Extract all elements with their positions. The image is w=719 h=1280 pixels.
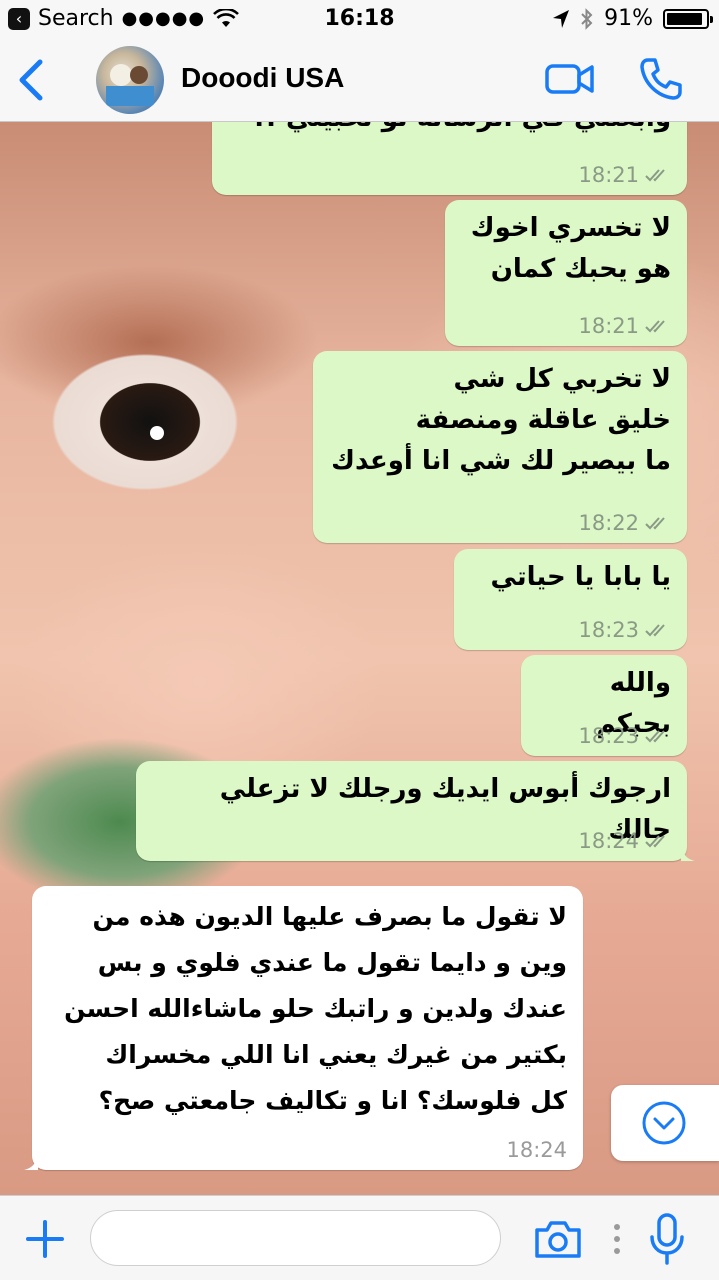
double-check-icon (645, 517, 665, 530)
message-time: 18:23 (578, 618, 639, 642)
message-time: 18:24 (578, 829, 639, 853)
message-meta: 18:24 (506, 1138, 567, 1162)
chat-header: Dooodi USA (0, 40, 719, 122)
bubble-tail (681, 845, 695, 861)
battery-icon (663, 8, 713, 29)
message-time: 18:23 (578, 724, 639, 748)
message-text: يا بابا يا حياتي (490, 562, 671, 592)
chevron-down-icon (642, 1101, 686, 1145)
message-meta: 18:24 (578, 829, 671, 853)
video-camera-icon[interactable] (545, 62, 595, 96)
composer-bar (0, 1195, 719, 1280)
message-time: 18:21 (578, 314, 639, 338)
message-input[interactable] (90, 1210, 501, 1266)
battery-percent: 91% (604, 6, 653, 31)
message-meta: 18:22 (578, 511, 671, 535)
message-text: لا تخربي كل شي خليق عاقلة ومنصفة ما بيصي… (331, 364, 671, 476)
avatar-dog-brown (130, 66, 148, 84)
more-dots-icon[interactable] (612, 1222, 622, 1256)
plus-icon[interactable] (24, 1218, 66, 1260)
phone-icon[interactable] (638, 56, 684, 102)
message-meta: 18:21 (578, 314, 671, 338)
message-bubble-outgoing[interactable]: يا بابا يا حياتي 18:23 (454, 549, 687, 650)
status-right: 91% (552, 6, 713, 31)
battery-fill (667, 12, 702, 25)
double-check-icon (645, 624, 665, 637)
message-bubble-incoming[interactable]: لا تقول ما بصرف عليها الديون هذه من وين … (24, 886, 583, 1170)
message-meta: 18:21 (578, 163, 671, 187)
contact-avatar[interactable] (96, 46, 164, 114)
double-check-icon (645, 320, 665, 333)
message-bubble-outgoing[interactable]: ارجوك أبوس ايديك ورجلك لا تزعلي حالك 18:… (136, 761, 695, 861)
message-meta: 18:23 (578, 724, 671, 748)
wallpaper-detail (150, 426, 164, 440)
message-meta: 18:23 (578, 618, 671, 642)
message-text: لا تقول ما بصرف عليها الديون هذه من وين … (64, 902, 567, 1115)
double-check-icon (645, 730, 665, 743)
message-bubble-outgoing[interactable]: وابعتني في الرسالة لو تحبيتي !! 18:21 (212, 122, 687, 195)
status-bar: ‹ Search ●●●●● 16:18 91% (0, 0, 719, 40)
message-time: 18:21 (578, 163, 639, 187)
microphone-icon[interactable] (648, 1212, 686, 1266)
message-time: 18:24 (506, 1138, 567, 1162)
double-check-icon (645, 835, 665, 848)
contact-name[interactable]: Dooodi USA (181, 62, 344, 94)
double-check-icon (645, 169, 665, 182)
bluetooth-icon (581, 7, 593, 30)
message-bubble-outgoing[interactable]: والله بحبكم 18:23 (521, 655, 687, 756)
message-text: لا تخسري اخوك هو يحبك كمان (470, 213, 671, 284)
message-text: وابعتني في الرسالة لو تحبيتي !! (212, 122, 687, 139)
scroll-to-bottom-button[interactable] (611, 1085, 719, 1161)
bubble-tail (24, 1154, 38, 1170)
avatar-dog-white (110, 64, 132, 86)
chevron-left-icon[interactable] (14, 58, 48, 102)
message-bubble-outgoing[interactable]: لا تخربي كل شي خليق عاقلة ومنصفة ما بيصي… (313, 351, 687, 543)
chat-area[interactable]: وابعتني في الرسالة لو تحبيتي !! 18:21 لا… (0, 122, 719, 1195)
camera-icon[interactable] (533, 1218, 583, 1260)
avatar-box (106, 86, 154, 106)
location-arrow-icon (553, 9, 570, 28)
message-time: 18:22 (578, 511, 639, 535)
message-bubble-outgoing[interactable]: لا تخسري اخوك هو يحبك كمان 18:21 (445, 200, 687, 346)
